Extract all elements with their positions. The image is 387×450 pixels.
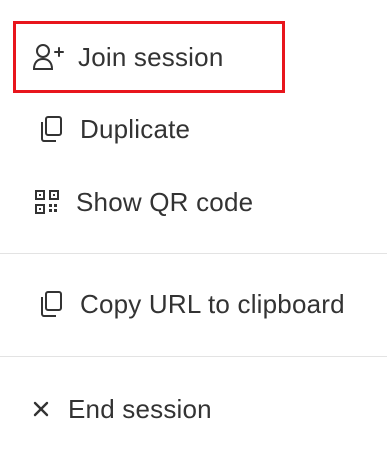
qr-code-icon (30, 185, 64, 219)
end-session-label: End session (68, 393, 212, 424)
menu-divider (0, 253, 387, 254)
join-session-item[interactable]: Join session (32, 31, 387, 83)
join-session-label: Join session (78, 41, 224, 72)
copy-url-label: Copy URL to clipboard (80, 288, 345, 319)
copy-icon (34, 287, 68, 321)
user-plus-icon (32, 40, 66, 74)
show-qr-code-label: Show QR code (76, 186, 254, 217)
duplicate-item[interactable]: Duplicate (34, 103, 387, 155)
end-session-item[interactable]: End session (28, 383, 387, 435)
duplicate-label: Duplicate (80, 113, 191, 144)
copy-url-item[interactable]: Copy URL to clipboard (34, 278, 387, 330)
menu-divider (0, 356, 387, 357)
session-menu: Join session Duplicate Show QR code Copy… (0, 0, 387, 450)
close-icon (28, 392, 54, 426)
duplicate-icon (34, 112, 68, 146)
show-qr-code-item[interactable]: Show QR code (30, 176, 387, 228)
